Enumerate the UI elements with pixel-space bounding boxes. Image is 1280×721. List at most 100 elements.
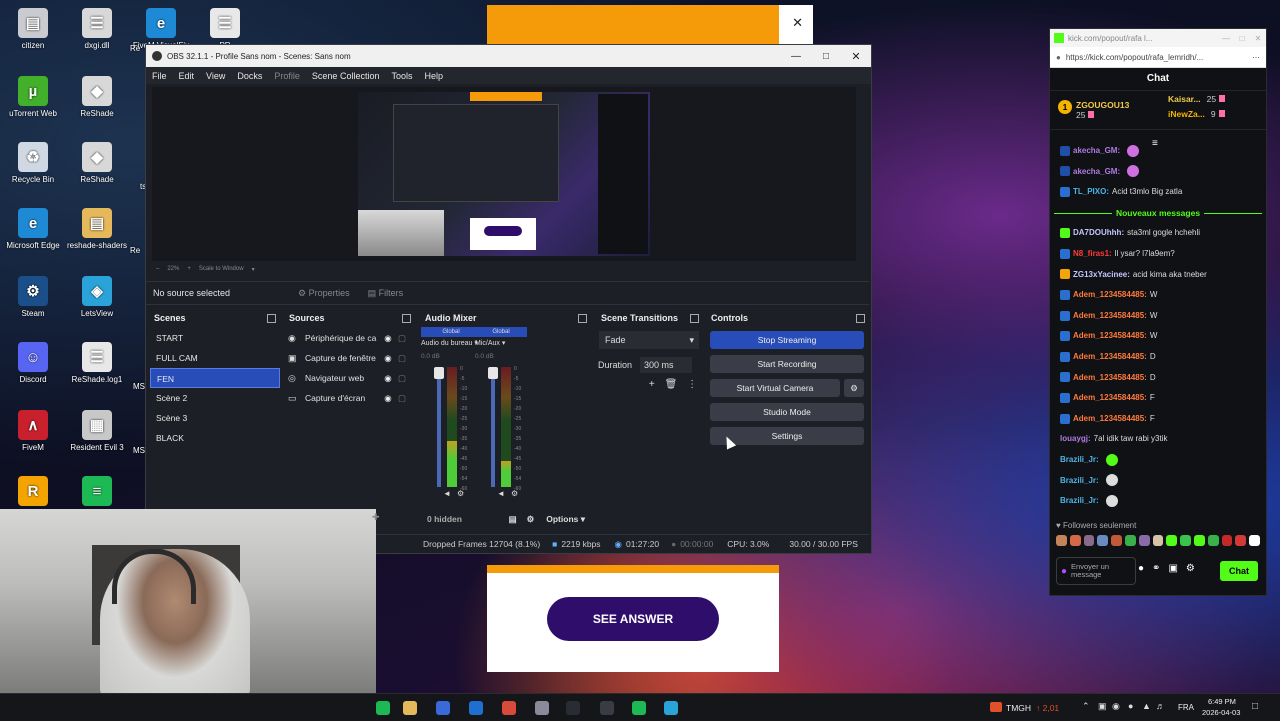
desktop-icon[interactable]: e Microsoft Edge [2, 208, 64, 250]
minimize-icon[interactable]: — [1218, 34, 1234, 43]
duration-input[interactable]: 300 ms [640, 357, 692, 373]
emote-icon[interactable] [1138, 535, 1150, 546]
chat-username[interactable]: TL_PIXO: [1073, 187, 1109, 196]
volume-slider-handle[interactable] [434, 367, 444, 379]
scene-item[interactable]: BLACK [150, 428, 280, 448]
desktop-icon[interactable]: ☺ Discord [2, 342, 64, 384]
terminal-icon[interactable] [566, 701, 580, 715]
emote-icon[interactable] [1180, 535, 1191, 546]
emote-icon[interactable] [1207, 535, 1219, 546]
calculator-icon[interactable] [436, 701, 450, 715]
app-icon[interactable] [535, 701, 549, 715]
source-item[interactable]: ◉ Périphérique de ca ◉ ▢ [288, 328, 416, 348]
chat-username[interactable]: Adem_1234584485: [1073, 311, 1147, 320]
source-item[interactable]: ◎ Navigateur web ◉ ▢ [288, 368, 416, 388]
add-icon[interactable]: + [649, 379, 655, 393]
emote-icon[interactable] [1124, 535, 1136, 546]
obs-icon[interactable] [600, 701, 614, 715]
dock-float-icon[interactable] [402, 314, 411, 323]
emote-icon[interactable] [1111, 535, 1122, 546]
start-recording-button[interactable]: Start Recording [710, 355, 864, 373]
eye-icon[interactable]: ◉ [381, 393, 395, 404]
desktop-icon[interactable]: ♻ Recycle Bin [2, 142, 64, 184]
emote-icon[interactable] [1097, 535, 1109, 546]
minimize-icon[interactable]: — [781, 51, 811, 62]
chat-username[interactable]: DA7DOUhhh: [1073, 228, 1124, 237]
close-icon[interactable]: ✕ [792, 15, 803, 31]
notifications-icon[interactable]: □ [1252, 701, 1258, 712]
menu-tools[interactable]: Tools [385, 71, 418, 81]
speaker-icon[interactable]: ◄ [443, 489, 451, 498]
desktop-icon[interactable]: ◈ LetsView [66, 276, 128, 318]
chat-username[interactable]: Adem_1234584485: [1073, 290, 1147, 299]
dock-float-icon[interactable] [267, 314, 276, 323]
top-gifter[interactable]: Kaisar... 25 [1168, 94, 1226, 104]
dock-float-icon[interactable] [856, 314, 865, 323]
gear-icon[interactable]: ⚙ [457, 489, 464, 498]
menu-file[interactable]: File [146, 71, 173, 81]
language-indicator[interactable]: FRA [1178, 703, 1194, 712]
lock-icon[interactable]: ▢ [395, 393, 409, 404]
more-icon[interactable]: ⋯ [1252, 53, 1260, 62]
spotify-icon[interactable] [632, 701, 646, 715]
zoom-out-icon[interactable]: – [156, 266, 159, 272]
studio-mode-button[interactable]: Studio Mode [710, 403, 864, 421]
gear-icon[interactable]: ⚙ [1186, 563, 1195, 579]
chat-username[interactable]: N8_firas1: [1073, 249, 1112, 258]
chat-username[interactable]: Adem_1234584485: [1073, 393, 1147, 402]
app-icon[interactable] [376, 701, 390, 715]
filters-button[interactable]: ▤ Filters [368, 288, 404, 299]
desktop-icon[interactable]: ☰ dxgi.dll [66, 8, 128, 50]
transition-select[interactable]: Fade ▾ [599, 331, 699, 349]
microphone-icon[interactable]: ● [1128, 701, 1133, 711]
chat-username[interactable]: Adem_1234584485: [1073, 373, 1147, 382]
desktop-icon[interactable]: ◆ ReShade [66, 142, 128, 184]
source-item[interactable]: ▣ Capture de fenêtre ◉ ▢ [288, 348, 416, 368]
clock-time[interactable]: 6:49 PM [1208, 697, 1236, 706]
chat-username[interactable]: Brazili_Jr: [1060, 455, 1099, 464]
scene-item[interactable]: START [150, 328, 280, 348]
chat-username[interactable]: Adem_1234584485: [1073, 414, 1147, 423]
chat-username[interactable]: Brazili_Jr: [1060, 476, 1099, 485]
scale-mode[interactable]: Scale to Window [199, 266, 244, 272]
volume-slider[interactable] [488, 367, 498, 487]
desktop-icon[interactable]: µ uTorrent Web [2, 76, 64, 118]
desktop-icon[interactable]: ▦ Resident Evil 3 [66, 410, 128, 452]
emote-icon[interactable] [1166, 535, 1178, 546]
see-answer-button[interactable]: SEE ANSWER [547, 597, 719, 641]
emote-icon[interactable] [1221, 535, 1233, 546]
scene-item[interactable]: FULL CAM [150, 348, 280, 368]
emote-icon[interactable] [1235, 535, 1247, 546]
zoom-in-icon[interactable]: + [187, 266, 191, 272]
emote-icon[interactable]: ● [1138, 563, 1144, 579]
maximize-icon[interactable]: □ [811, 51, 841, 62]
folder-icon[interactable] [403, 701, 417, 715]
microphone-icon[interactable]: ● [1061, 566, 1067, 577]
send-chat-button[interactable]: Chat [1220, 561, 1258, 581]
chat-input[interactable]: ● Envoyer un message [1056, 557, 1136, 585]
url-field[interactable]: https://kick.com/popout/rafa_lemridh/... [1066, 53, 1203, 62]
gear-icon[interactable]: ⚙ [527, 514, 535, 525]
eye-icon[interactable]: ◉ [381, 353, 395, 364]
desktop-icon[interactable]: ▤ citizen [2, 8, 64, 50]
eye-icon[interactable]: ◉ [381, 333, 395, 344]
close-icon[interactable]: ✕ [841, 50, 871, 63]
desktop-icon[interactable]: ☰ ReShade.log1 [66, 342, 128, 384]
lock-icon[interactable]: ▢ [395, 333, 409, 344]
chrome-icon[interactable] [502, 701, 516, 715]
scene-item[interactable]: FEN [150, 368, 280, 388]
chevron-down-icon[interactable]: ▾ [252, 266, 255, 273]
mixer-layout-icon[interactable]: ▤ [509, 514, 517, 525]
weather-icon[interactable] [990, 702, 1002, 712]
users-icon[interactable]: ⚭ [1152, 563, 1160, 579]
dock-float-icon[interactable] [578, 314, 587, 323]
speaker-icon[interactable]: ◄ [497, 489, 505, 498]
lock-icon[interactable]: ▢ [395, 373, 409, 384]
menu-docks[interactable]: Docks [231, 71, 268, 81]
properties-button[interactable]: ⚙ Properties [298, 288, 350, 299]
network-icon[interactable]: ▲ [1142, 701, 1151, 711]
emote-icon[interactable] [1069, 535, 1081, 546]
webcam-handle-icon[interactable]: ✚ [372, 512, 380, 523]
eye-icon[interactable]: ◉ [381, 373, 395, 384]
emote-icon[interactable] [1152, 535, 1164, 546]
